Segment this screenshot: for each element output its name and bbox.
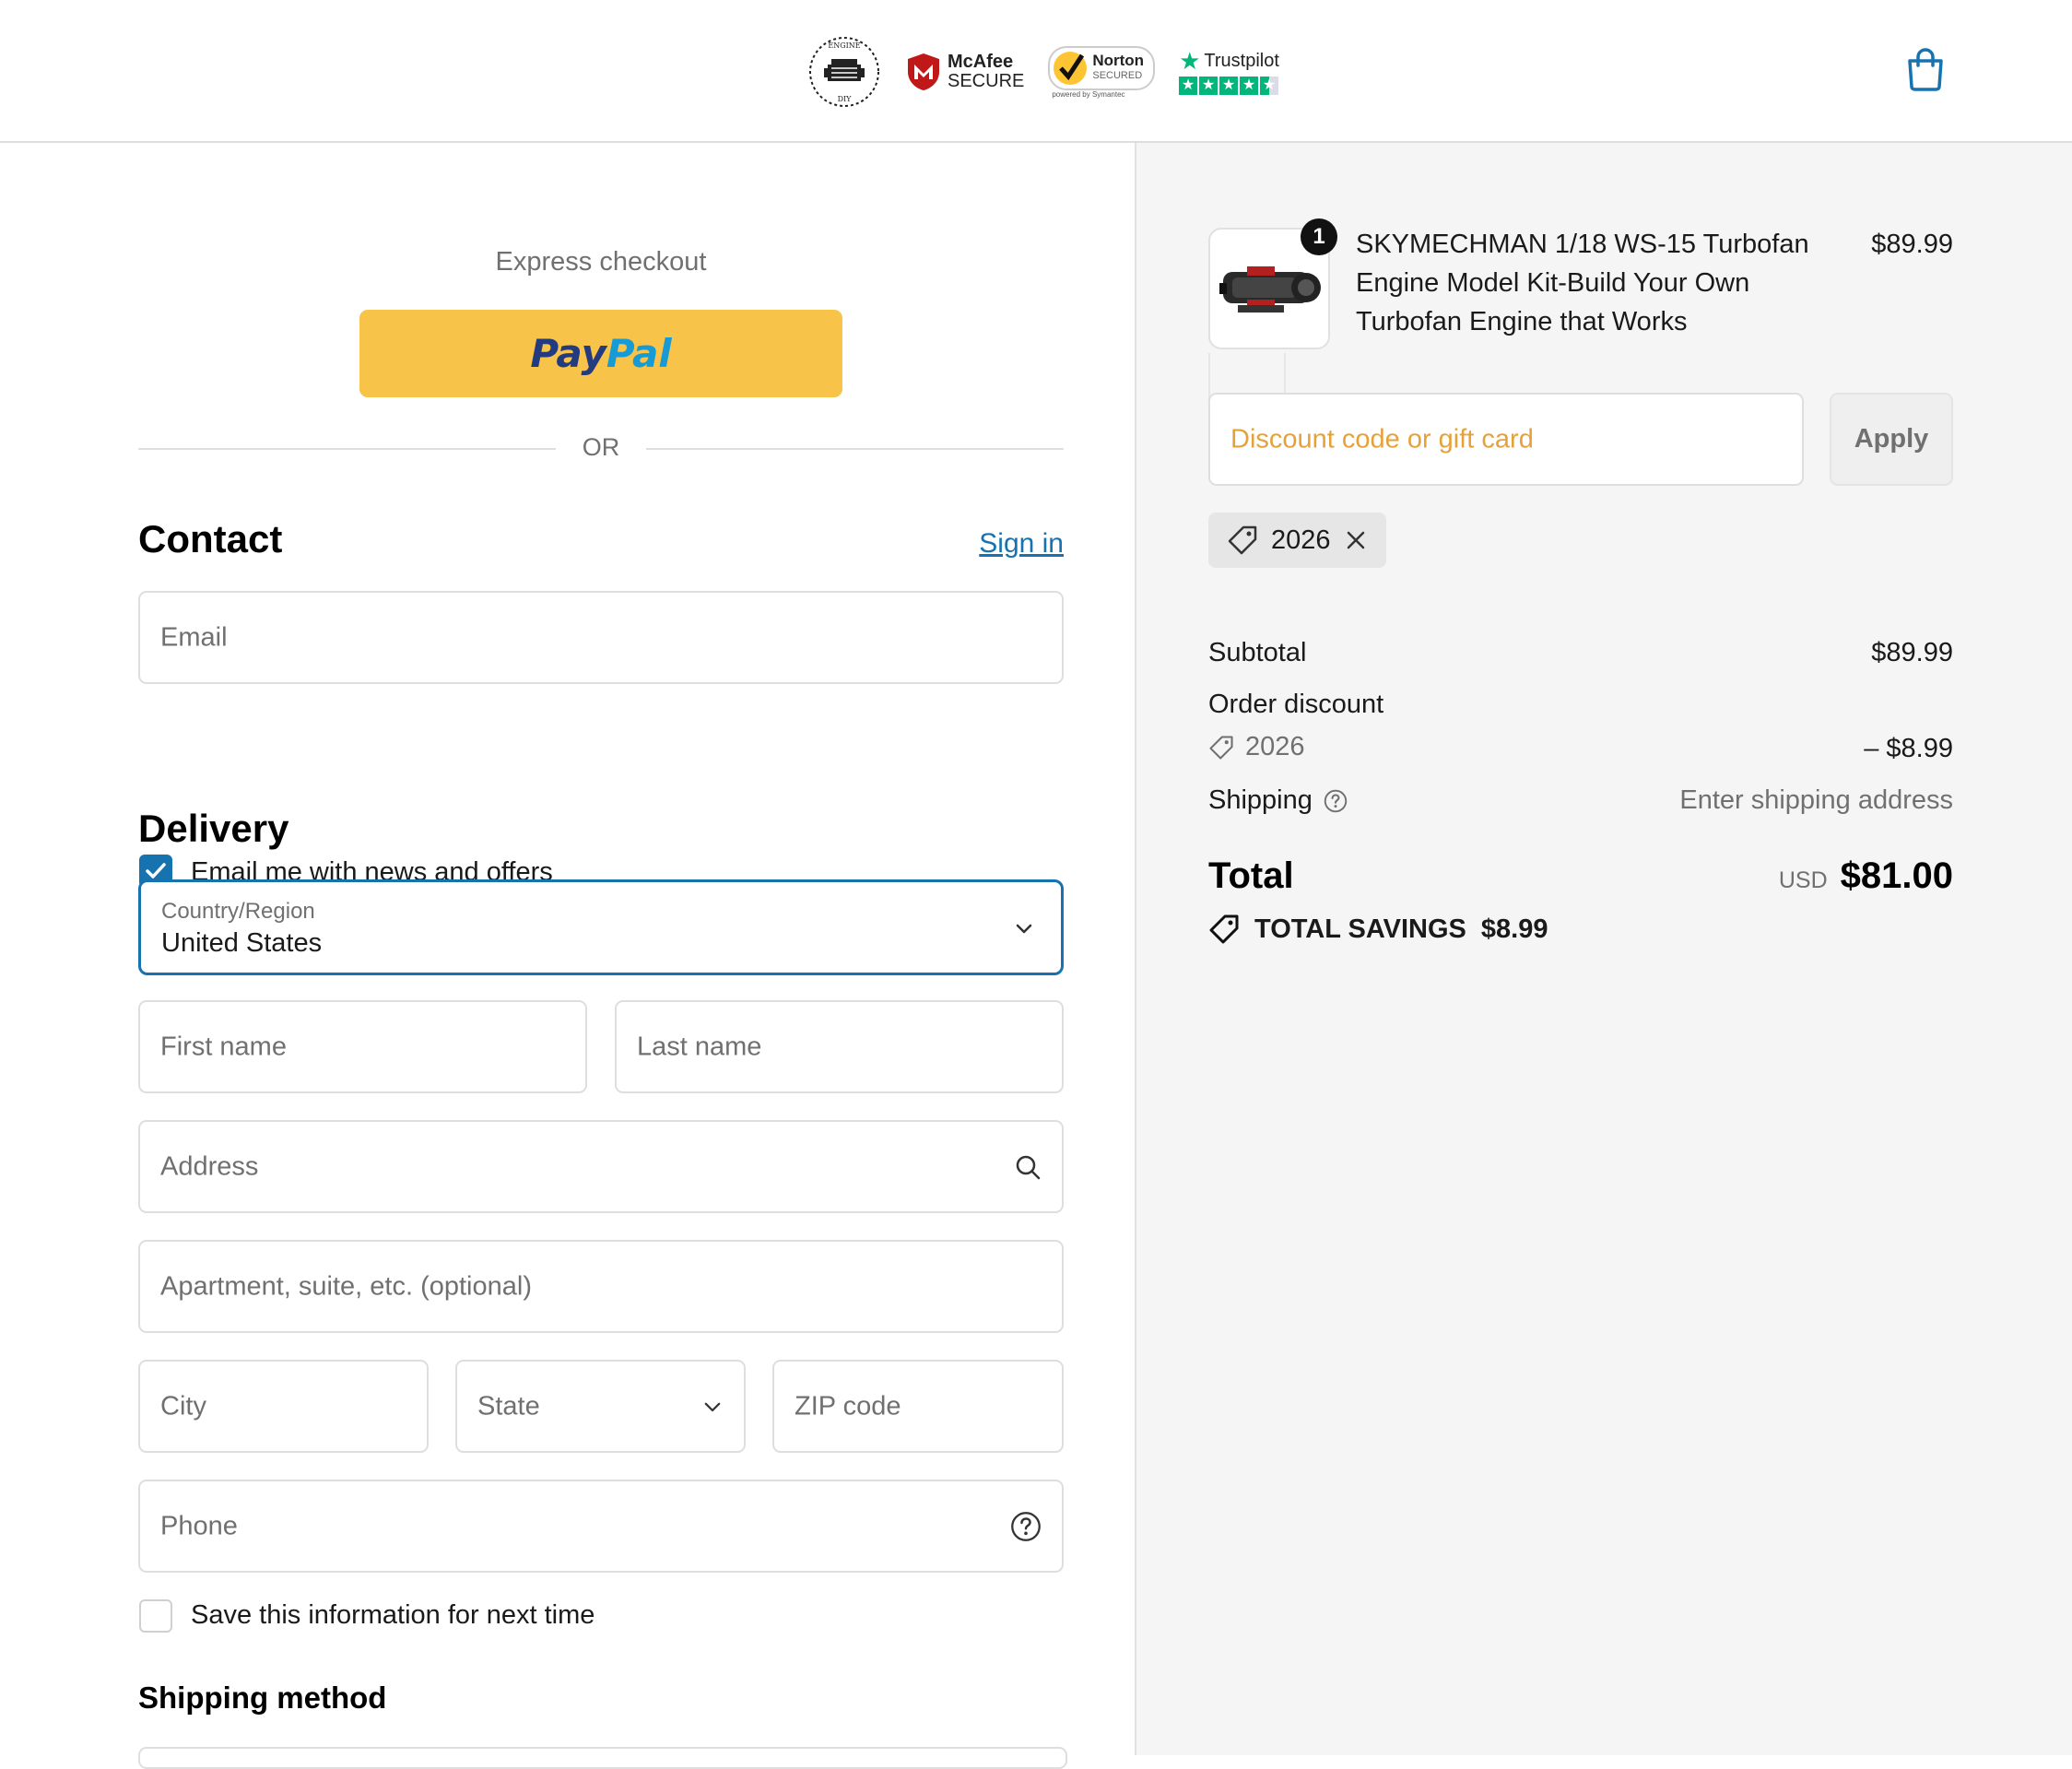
divider <box>646 448 1064 450</box>
product-price: $89.99 <box>1871 230 1953 259</box>
chevron-down-icon <box>1016 924 1032 934</box>
help-icon[interactable] <box>1324 789 1348 813</box>
sign-in-link[interactable]: Sign in <box>979 528 1064 560</box>
contact-heading: Contact <box>138 517 283 560</box>
last-name-field[interactable]: Last name <box>615 1000 1064 1093</box>
currency-code: USD <box>1778 867 1828 893</box>
zip-field[interactable]: ZIP code <box>772 1360 1064 1453</box>
delivery-heading: Delivery <box>138 807 289 850</box>
country-select[interactable]: Country/Region United States <box>138 879 1064 975</box>
svg-text:DIY: DIY <box>838 95 853 103</box>
shipping-label: Shipping <box>1208 785 1313 815</box>
applied-code: 2026 <box>1271 525 1331 555</box>
mcafee-badge: McAfee SECURE <box>905 52 1024 92</box>
shipping-method-heading: Shipping method <box>138 1681 387 1715</box>
subtotal-value: $89.99 <box>1871 638 1953 667</box>
tag-icon <box>1228 525 1257 555</box>
city-field[interactable]: City <box>138 1360 429 1453</box>
close-icon[interactable] <box>1344 528 1368 552</box>
total-savings: TOTAL SAVINGS $8.99 <box>1208 914 1548 945</box>
savings-label: TOTAL SAVINGS <box>1254 914 1466 944</box>
norton-badge: Norton SECURED powered by Symantec <box>1048 45 1156 99</box>
order-discount-label: Order discount <box>1208 690 1384 719</box>
phone-field[interactable]: Phone <box>138 1480 1064 1573</box>
svg-text:ENGINE: ENGINE <box>828 41 860 50</box>
total-value: $81.00 <box>1840 855 1953 896</box>
quantity-badge: 1 <box>1301 218 1337 255</box>
product-title: SKYMECHMAN 1/18 WS-15 Turbofan Engine Mo… <box>1356 230 1809 336</box>
shipping-row: Shipping <box>1208 785 1348 816</box>
save-info-checkbox[interactable] <box>139 1599 172 1633</box>
total-amount: USD $81.00 <box>1779 855 1953 897</box>
tag-icon <box>1209 914 1239 944</box>
total-label: Total <box>1208 855 1294 896</box>
email-field[interactable]: Email <box>138 591 1064 684</box>
save-info-label[interactable]: Save this information for next time <box>191 1600 595 1631</box>
norton-check-icon <box>1054 51 1088 85</box>
shopping-bag-icon[interactable] <box>1902 46 1948 92</box>
engine-diy-logo: ENGINE DIY <box>809 37 879 107</box>
address-field[interactable]: Address <box>138 1120 1064 1213</box>
trustpilot-badge: ★ Trustpilot ★ ★ ★ ★ ★ <box>1179 47 1279 95</box>
checkout-form: Express checkout PayPal OR Contact Sign … <box>0 143 1135 1769</box>
trustpilot-stars: ★ ★ ★ ★ ★ <box>1179 77 1279 95</box>
discount-code-input[interactable]: Discount code or gift card <box>1208 393 1804 486</box>
search-icon <box>1016 1155 1041 1179</box>
applied-discount-tag: 2026 <box>1208 513 1386 568</box>
tag-icon <box>1209 735 1233 760</box>
apartment-field[interactable]: Apartment, suite, etc. (optional) <box>138 1240 1064 1333</box>
subtotal-label: Subtotal <box>1208 638 1307 667</box>
divider <box>138 448 556 450</box>
header: ENGINE DIY McAfee SECURE Norton SECURED … <box>0 0 2072 143</box>
mcafee-shield-icon <box>908 53 939 90</box>
order-summary: 1 SKYMECHMAN 1/18 WS-15 Turbofan Engine … <box>1135 143 2072 1755</box>
trustpilot-star-icon: ★ <box>1179 47 1201 75</box>
apply-button[interactable]: Apply <box>1830 393 1953 486</box>
state-select[interactable]: State <box>455 1360 746 1453</box>
shipping-method-box <box>138 1747 1067 1769</box>
trust-badges: ENGINE DIY McAfee SECURE Norton SECURED … <box>807 26 1279 118</box>
express-checkout-label: Express checkout <box>495 247 707 277</box>
or-separator: OR <box>582 433 620 461</box>
shipping-value: Enter shipping address <box>1679 785 1953 815</box>
first-name-field[interactable]: First name <box>138 1000 587 1093</box>
help-icon[interactable] <box>1010 1511 1042 1542</box>
discount-code-row: 2026 <box>1208 732 1305 762</box>
discount-value: – $8.99 <box>1864 734 1953 763</box>
discount-code: 2026 <box>1245 732 1305 761</box>
chevron-down-icon <box>704 1402 721 1411</box>
paypal-button[interactable]: PayPal <box>359 310 842 397</box>
savings-value: $8.99 <box>1480 914 1548 944</box>
